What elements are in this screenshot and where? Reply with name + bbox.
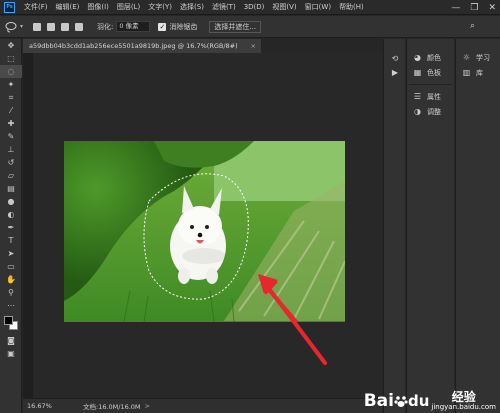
marquee-tool-icon[interactable]: ⬚	[0, 52, 22, 65]
library-panel-button[interactable]: ▥ 库	[456, 65, 500, 80]
feather-label: 羽化:	[97, 22, 114, 31]
jingyan-title: 经验	[451, 390, 476, 404]
clone-stamp-tool-icon[interactable]: ⊥	[0, 143, 22, 156]
window-controls: — ❐ ✕	[451, 0, 496, 15]
annotation-arrow	[258, 274, 327, 365]
lasso-tool-icon[interactable]	[4, 21, 18, 33]
history-icon[interactable]: ⟲	[384, 51, 406, 65]
adjustments-panel-button[interactable]: ◑ 调整	[407, 104, 454, 119]
healing-brush-tool-icon[interactable]: ✚	[0, 117, 22, 130]
pen-tool-icon[interactable]: ✒	[0, 221, 22, 234]
menu-view[interactable]: 视图(V)	[268, 2, 300, 12]
select-and-mask-button[interactable]: 选择并遮住...	[209, 20, 262, 33]
actions-icon[interactable]: ▶	[384, 65, 406, 79]
zoom-level[interactable]: 16.67%	[27, 402, 61, 410]
eyedropper-tool-icon[interactable]: ⁄	[0, 104, 22, 117]
document-size: 文档:16.0M/16.0M	[83, 403, 141, 411]
blur-tool-icon[interactable]: ●	[0, 195, 22, 208]
type-tool-icon[interactable]: T	[0, 234, 22, 247]
more-tools-icon[interactable]: ⋯	[0, 299, 22, 312]
gradient-tool-icon[interactable]: ▤	[0, 182, 22, 195]
photoshop-logo: Ps	[4, 1, 15, 13]
shape-tool-icon[interactable]: ▭	[0, 260, 22, 273]
color-panel-label: 颜色	[427, 53, 441, 62]
status-menu-arrow[interactable]: >	[145, 402, 150, 410]
brush-tool-icon[interactable]: ✎	[0, 130, 22, 143]
properties-panel-label: 属性	[427, 92, 441, 101]
dodge-tool-icon[interactable]: ◐	[0, 208, 22, 221]
zoom-tool-icon[interactable]: ⚲	[0, 286, 22, 299]
lasso-tool-icon[interactable]: ◌	[0, 65, 22, 78]
chevron-down-icon[interactable]: ▾	[20, 23, 23, 30]
swatches-panel-label: 色板	[427, 68, 441, 77]
feather-input[interactable]: 0 像素	[116, 21, 151, 32]
move-tool-icon[interactable]: ✥	[0, 39, 22, 52]
antialias-label: 消除锯齿	[169, 22, 198, 31]
document-tab-bar: a59dbb04b3cdd1ab256ece5501a9819b.jpeg @ …	[23, 39, 382, 53]
baidu-logo-text-tail: du	[407, 392, 430, 410]
library-panel-label: 库	[476, 68, 483, 77]
restore-icon[interactable]: ❐	[470, 3, 478, 13]
divider	[409, 84, 452, 85]
menu-type[interactable]: 文字(Y)	[144, 2, 176, 12]
panel-strip-learn: ☼ 学习 ▥ 库	[455, 39, 500, 413]
color-swatches[interactable]	[0, 312, 22, 334]
palette-icon: ◕	[414, 53, 421, 62]
magic-wand-tool-icon[interactable]: ✦	[0, 78, 22, 91]
jingyan-text: 经验 jingyan.baidu.com	[431, 391, 496, 411]
panel-strip-main: ◕ 颜色 ▦ 色板 ☰ 属性 ◑ 调整	[406, 39, 454, 413]
antialias-checkbox[interactable]: ✓	[158, 22, 167, 31]
color-panel-button[interactable]: ◕ 颜色	[407, 50, 454, 65]
tools-panel: ✥ ⬚ ◌ ✦ ⌗ ⁄ ✚ ✎ ⊥ ↺ ▱ ▤ ● ◐ ✒ T ➤ ▭ ✋ ⚲ …	[0, 39, 22, 413]
search-icon[interactable]: ⌕	[470, 21, 482, 33]
intersect-selection-icon[interactable]	[75, 22, 84, 31]
baidu-jingyan-watermark: Bai du 经验 jingyan.baidu.com	[364, 391, 496, 411]
menu-edit[interactable]: 编辑(E)	[52, 2, 84, 12]
panel-strip-history: ⟲ ▶	[383, 39, 405, 413]
close-tab-icon[interactable]: ×	[251, 39, 256, 53]
learn-panel-label: 学习	[476, 53, 490, 62]
paw-icon	[394, 396, 408, 407]
learn-panel-button[interactable]: ☼ 学习	[456, 50, 500, 65]
menu-window[interactable]: 窗口(W)	[301, 2, 335, 12]
menu-bar: Ps 文件(F) 编辑(E) 图像(I) 图层(L) 文字(Y) 选择(S) 滤…	[0, 0, 500, 15]
learn-icon: ☼	[462, 53, 471, 62]
vertical-ruler	[23, 53, 33, 398]
menu-filter[interactable]: 滤镜(T)	[208, 2, 240, 12]
hand-tool-icon[interactable]: ✋	[0, 273, 22, 286]
foreground-color-swatch[interactable]	[4, 316, 13, 325]
menu-select[interactable]: 选择(S)	[176, 2, 208, 12]
document-tab[interactable]: a59dbb04b3cdd1ab256ece5501a9819b.jpeg @ …	[23, 39, 261, 53]
status-bar: 16.67% 文档:16.0M/16.0M >	[23, 398, 382, 413]
options-bar: ▾ 羽化: 0 像素 ✓ 消除锯齿 选择并遮住... ⌕	[0, 16, 500, 38]
properties-icon: ☰	[413, 92, 422, 101]
swatches-icon: ▦	[413, 68, 422, 77]
history-brush-tool-icon[interactable]: ↺	[0, 156, 22, 169]
baidu-logo-text: Bai	[363, 391, 394, 411]
adjustments-panel-label: 调整	[427, 107, 441, 116]
menu-layer[interactable]: 图层(L)	[113, 2, 144, 12]
crop-tool-icon[interactable]: ⌗	[0, 91, 22, 104]
document-tab-title: a59dbb04b3cdd1ab256ece5501a9819b.jpeg @ …	[29, 42, 238, 50]
swatches-panel-button[interactable]: ▦ 色板	[407, 65, 454, 80]
menu-help[interactable]: 帮助(H)	[335, 2, 368, 12]
path-selection-tool-icon[interactable]: ➤	[0, 247, 22, 260]
menu-3d[interactable]: 3D(D)	[240, 3, 269, 11]
quick-mask-icon[interactable]: ◙	[0, 334, 22, 347]
screen-mode-icon[interactable]: ▣	[0, 347, 22, 360]
adjustments-icon: ◑	[414, 107, 421, 116]
eraser-tool-icon[interactable]: ▱	[0, 169, 22, 182]
new-selection-icon[interactable]	[33, 22, 42, 31]
minimize-icon[interactable]: —	[451, 3, 460, 13]
menu-image[interactable]: 图像(I)	[83, 2, 113, 12]
library-icon: ▥	[462, 68, 471, 77]
close-icon[interactable]: ✕	[488, 3, 496, 13]
properties-panel-button[interactable]: ☰ 属性	[407, 89, 454, 104]
jingyan-url: jingyan.baidu.com	[431, 403, 496, 411]
subtract-selection-icon[interactable]	[61, 22, 70, 31]
add-selection-icon[interactable]	[47, 22, 56, 31]
menu-file[interactable]: 文件(F)	[20, 2, 52, 12]
